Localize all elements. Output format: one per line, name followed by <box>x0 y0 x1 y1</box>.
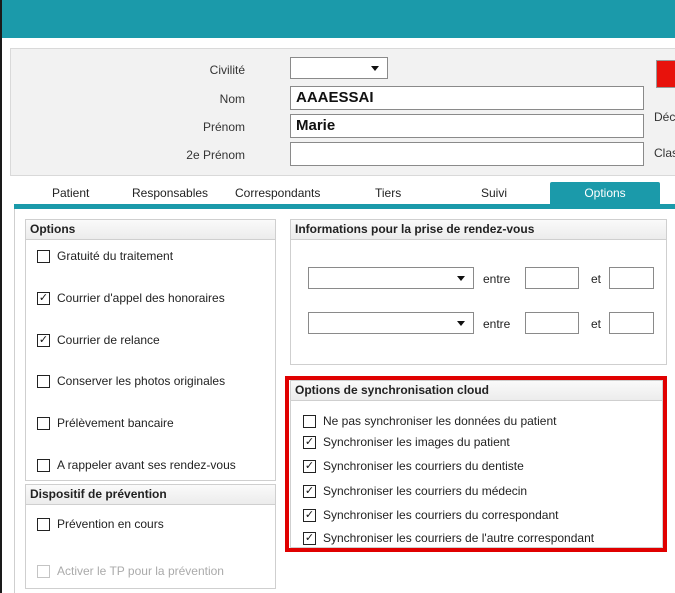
conserver-photos-label: Conserver les photos originales <box>57 374 226 388</box>
side-label-clas: Clas <box>654 146 675 160</box>
option-courrier-relance[interactable]: ✓ Courrier de relance <box>37 333 160 347</box>
prevention-en-cours-checkbox[interactable] <box>37 517 50 531</box>
prelevement-checkbox[interactable] <box>37 416 50 430</box>
rdv-from-input-2[interactable] <box>525 312 579 334</box>
tab-options[interactable]: Options <box>550 182 660 204</box>
option-prelevement[interactable]: Prélèvement bancaire <box>37 416 174 430</box>
tab-correspondants[interactable]: Correspondants <box>235 182 320 204</box>
window-frame <box>0 0 2 593</box>
rappeler-label: A rappeler avant ses rendez-vous <box>57 458 236 472</box>
chevron-down-icon <box>371 66 379 71</box>
rappeler-checkbox[interactable] <box>37 458 50 472</box>
options-group-title: Options <box>26 220 275 240</box>
conserver-photos-checkbox[interactable] <box>37 374 50 388</box>
highlight-box <box>285 376 667 552</box>
prenom2-label: 2e Prénom <box>186 148 245 162</box>
rdv-group-title: Informations pour la prise de rendez-vou… <box>291 220 666 240</box>
status-color-swatch[interactable] <box>656 60 675 88</box>
title-bar <box>2 0 675 38</box>
courrier-relance-checkbox[interactable]: ✓ <box>37 333 50 347</box>
gratuite-checkbox[interactable] <box>37 249 50 263</box>
rdv-group: Informations pour la prise de rendez-vou… <box>290 219 667 365</box>
courrier-appel-checkbox[interactable]: ✓ <box>37 291 50 305</box>
rdv-to-input-1[interactable] <box>609 267 654 289</box>
option-courrier-appel[interactable]: ✓ Courrier d'appel des honoraires <box>37 291 225 305</box>
option-conserver-photos[interactable]: Conserver les photos originales <box>37 374 225 388</box>
courrier-appel-label: Courrier d'appel des honoraires <box>57 291 225 305</box>
option-prevention-en-cours[interactable]: Prévention en cours <box>37 517 164 531</box>
option-gratuite[interactable]: Gratuité du traitement <box>37 249 173 263</box>
rdv-to-input-2[interactable] <box>609 312 654 334</box>
nom-label: Nom <box>219 92 245 106</box>
rdv-from-input-1[interactable] <box>525 267 579 289</box>
option-rappeler[interactable]: A rappeler avant ses rendez-vous <box>37 458 236 472</box>
prevention-group-title: Dispositif de prévention <box>26 485 275 505</box>
rdv-select-2[interactable] <box>308 312 474 334</box>
nom-value: AAAESSAI <box>296 89 374 106</box>
prenom-value: Marie <box>296 117 336 134</box>
prenom-label: Prénom <box>202 120 245 134</box>
courrier-relance-label: Courrier de relance <box>57 333 160 347</box>
rdv-entre-label-2: entre <box>483 317 511 331</box>
tab-responsables[interactable]: Responsables <box>132 182 208 204</box>
activer-tp-checkbox <box>37 564 50 578</box>
tab-tiers[interactable]: Tiers <box>375 182 401 204</box>
rdv-select-1[interactable] <box>308 267 474 289</box>
tab-suivi[interactable]: Suivi <box>481 182 507 204</box>
civilite-select[interactable] <box>290 57 388 79</box>
rdv-entre-label-1: entre <box>483 272 511 286</box>
option-activer-tp: Activer le TP pour la prévention <box>37 564 224 578</box>
check-icon: ✓ <box>38 333 49 346</box>
nom-field[interactable]: AAAESSAI <box>290 86 644 110</box>
prelevement-label: Prélèvement bancaire <box>57 416 174 430</box>
check-icon: ✓ <box>38 291 49 304</box>
rdv-et-label-1: et <box>591 272 602 286</box>
prenom-field[interactable]: Marie <box>290 114 644 138</box>
tab-patient[interactable]: Patient <box>52 182 89 204</box>
chevron-down-icon <box>457 276 465 281</box>
prenom2-field[interactable] <box>290 142 644 166</box>
rdv-et-label-2: et <box>591 317 602 331</box>
tab-bar: Patient Responsables Correspondants Tier… <box>14 182 675 204</box>
civilite-label: Civilité <box>209 63 245 77</box>
gratuite-label: Gratuité du traitement <box>57 249 174 263</box>
side-label-dec: Déc <box>654 110 675 124</box>
chevron-down-icon <box>457 321 465 326</box>
prevention-en-cours-label: Prévention en cours <box>57 517 164 531</box>
activer-tp-label: Activer le TP pour la prévention <box>57 564 224 578</box>
